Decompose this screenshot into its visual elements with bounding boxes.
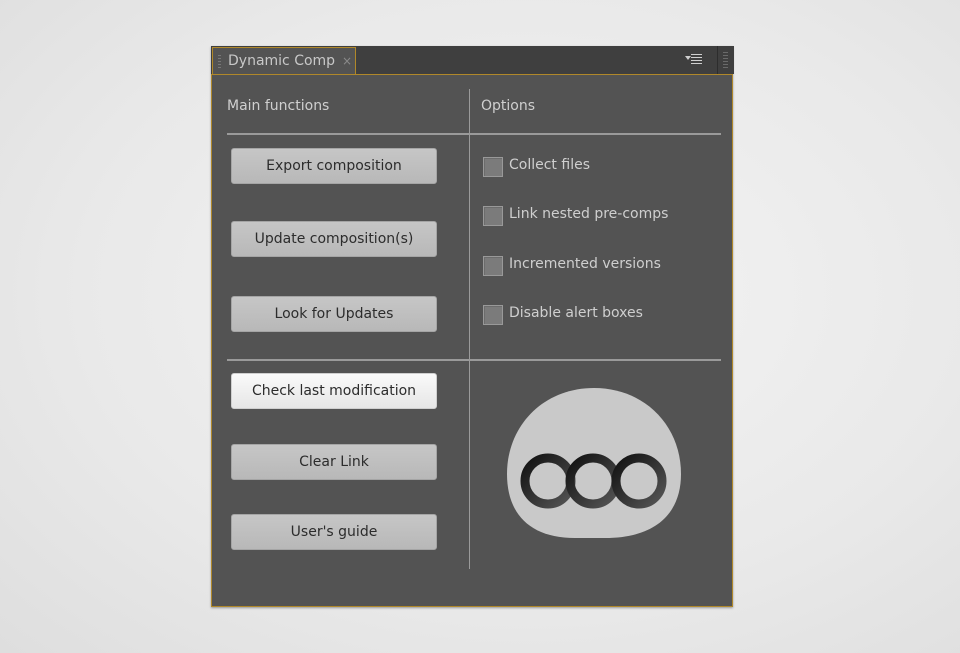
link-nested-pre-comps-checkbox[interactable] [483, 206, 503, 226]
export-composition-button[interactable]: Export composition [231, 148, 437, 184]
panel-menu-icon[interactable] [685, 54, 705, 66]
disable-alert-boxes-checkbox[interactable] [483, 305, 503, 325]
column-divider [469, 89, 470, 569]
tab-grip-icon[interactable] [218, 55, 221, 69]
option-label: Disable alert boxes [509, 305, 643, 321]
tab-dynamic-comp[interactable]: Dynamic Comp × [212, 47, 356, 75]
collect-files-checkbox[interactable] [483, 157, 503, 177]
menu-lines-icon [691, 54, 702, 65]
options-heading: Options [481, 98, 536, 114]
option-label: Link nested pre-comps [509, 206, 669, 222]
dynamic-comp-panel: Dynamic Comp × Main functions Options Ex… [211, 46, 734, 607]
users-guide-button[interactable]: User's guide [231, 514, 437, 550]
tab-title: Dynamic Comp [228, 53, 336, 69]
section-divider [227, 359, 721, 361]
main-functions-heading: Main functions [227, 98, 330, 114]
panel-grip-handle[interactable] [717, 46, 734, 74]
update-compositions-button[interactable]: Update composition(s) [231, 221, 437, 257]
grip-icon [723, 52, 728, 68]
close-icon[interactable]: × [342, 54, 352, 68]
option-label: Incremented versions [509, 256, 661, 272]
clear-link-button[interactable]: Clear Link [231, 444, 437, 480]
bao-logo [507, 388, 681, 538]
header-divider [227, 133, 721, 135]
check-last-modification-button[interactable]: Check last modification [231, 373, 437, 409]
panel-tab-bar: Dynamic Comp × [211, 46, 734, 75]
look-for-updates-button[interactable]: Look for Updates [231, 296, 437, 332]
option-label: Collect files [509, 157, 590, 173]
incremented-versions-checkbox[interactable] [483, 256, 503, 276]
